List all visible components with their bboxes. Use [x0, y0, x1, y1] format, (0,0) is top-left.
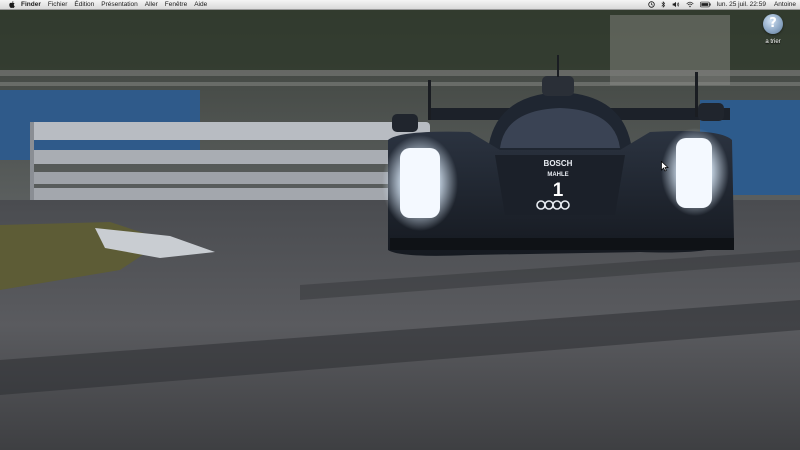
wifi-icon[interactable]: [686, 1, 694, 8]
desktop-item-label: a trier: [765, 39, 781, 45]
menubar-user[interactable]: Antoine: [774, 0, 796, 9]
menu-aller[interactable]: Aller: [145, 0, 158, 9]
menu-fichier[interactable]: Fichier: [48, 0, 68, 9]
battery-icon[interactable]: [699, 1, 711, 8]
car-number: 1: [553, 180, 564, 201]
time-machine-icon[interactable]: [648, 1, 655, 8]
car-sponsor-bosch: BOSCH: [544, 159, 573, 168]
desktop-item-a-trier[interactable]: ? a trier: [757, 14, 789, 45]
menu-aide[interactable]: Aide: [194, 0, 207, 9]
menu-bar: Finder Fichier Édition Présentation Alle…: [0, 0, 800, 10]
menu-edition[interactable]: Édition: [74, 0, 94, 9]
mouse-pointer-icon: [661, 159, 669, 177]
status-area: lun. 25 juil. 22:59 Antoine: [648, 0, 800, 9]
apple-menu-icon[interactable]: [8, 1, 15, 8]
question-mark-icon: ?: [763, 14, 783, 34]
menu-fenetre[interactable]: Fenêtre: [165, 0, 187, 9]
desktop-wallpaper: BOSCH MAHLE 1: [0, 0, 800, 450]
menu-presentation[interactable]: Présentation: [101, 0, 138, 9]
bluetooth-icon[interactable]: [661, 1, 666, 8]
menu-app-finder[interactable]: Finder: [21, 0, 41, 9]
menubar-clock[interactable]: lun. 25 juil. 22:59: [717, 0, 766, 9]
car-sponsor-mahle: MAHLE: [547, 172, 568, 178]
volume-icon[interactable]: [672, 1, 680, 8]
